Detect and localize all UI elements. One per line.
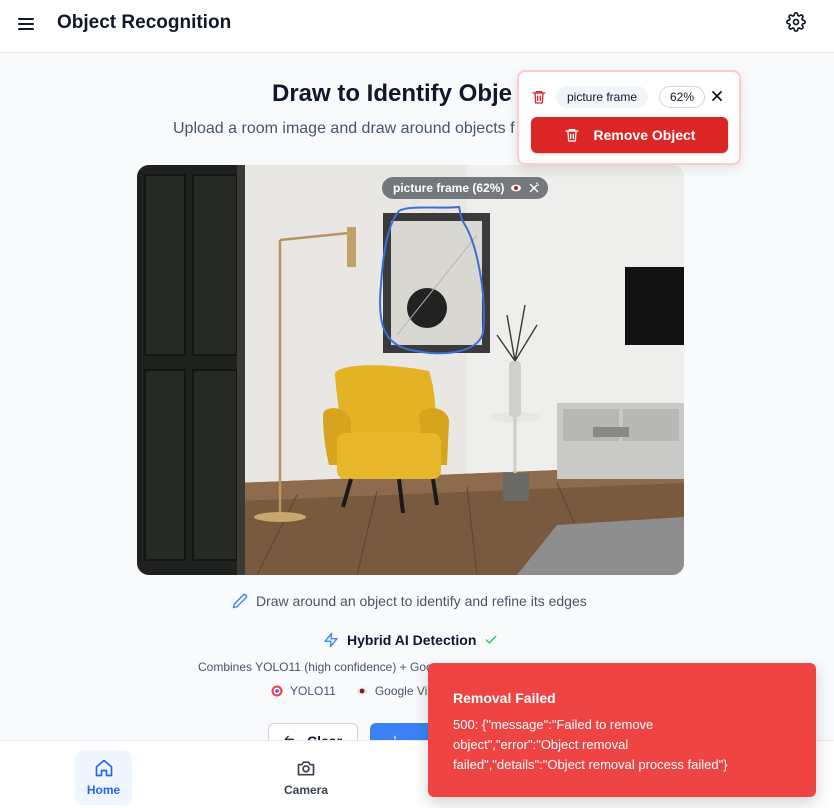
gear-icon[interactable] <box>786 12 806 32</box>
toast-message: 500: {"message":"Failed to remove object… <box>453 717 728 772</box>
combines-text: Combines YOLO11 (high confidence) + Goo <box>198 660 433 674</box>
hamburger-menu-icon[interactable] <box>16 14 36 34</box>
nav-camera-label: Camera <box>283 783 329 797</box>
camera-icon <box>297 761 315 776</box>
toast-title: Removal Failed <box>453 690 556 706</box>
model-label: Google Visi <box>374 684 436 698</box>
nav-home-label: Home <box>86 783 121 797</box>
pencil-icon <box>232 593 248 609</box>
detection-badge[interactable]: picture frame (62%) <box>382 177 549 199</box>
model-label: YOLO11 <box>290 684 336 698</box>
close-icon[interactable] <box>710 89 724 103</box>
detection-label: picture frame (62%) <box>393 181 505 195</box>
app-title: Object Recognition <box>57 12 232 33</box>
home-icon <box>95 759 112 777</box>
nav-home[interactable]: Home <box>75 750 132 805</box>
model-item: YOLO11 <box>271 684 336 698</box>
trash-icon[interactable] <box>531 89 547 105</box>
app-header: Object Recognition <box>0 0 834 53</box>
page-subtitle: Upload a room image and draw around obje… <box>173 120 515 137</box>
eye-icon <box>356 687 368 695</box>
checkmark-icon <box>485 635 497 644</box>
nav-camera[interactable]: Camera <box>276 750 336 805</box>
trash-icon <box>564 129 579 142</box>
remove-object-button[interactable]: Remove Object <box>531 117 728 153</box>
page-title: Draw to Identify Obje <box>272 80 513 107</box>
eye-icon[interactable] <box>510 182 522 194</box>
object-popover: picture frame 62% Remove Object <box>517 70 741 165</box>
error-toast[interactable]: Removal Failed 500: {"message":"Failed t… <box>428 663 816 797</box>
draw-hint-text: Draw around an object to identify and re… <box>256 593 587 609</box>
object-label-chip: picture frame <box>556 86 649 108</box>
model-list: YOLO11 Google Visi <box>271 684 436 698</box>
room-image-canvas[interactable]: picture frame (62%) <box>137 165 684 575</box>
lightning-icon <box>324 632 338 648</box>
hybrid-title: Hybrid AI Detection <box>347 632 477 648</box>
target-icon <box>271 685 283 697</box>
remove-object-label: Remove Object <box>593 127 696 143</box>
room-image <box>137 165 684 575</box>
confidence-chip: 62% <box>659 86 706 108</box>
hybrid-detection-row: Hybrid AI Detection <box>323 632 498 648</box>
draw-hint: Draw around an object to identify and re… <box>232 593 587 609</box>
model-item: Google Visi <box>356 684 436 698</box>
magic-wand-icon[interactable] <box>528 182 540 194</box>
